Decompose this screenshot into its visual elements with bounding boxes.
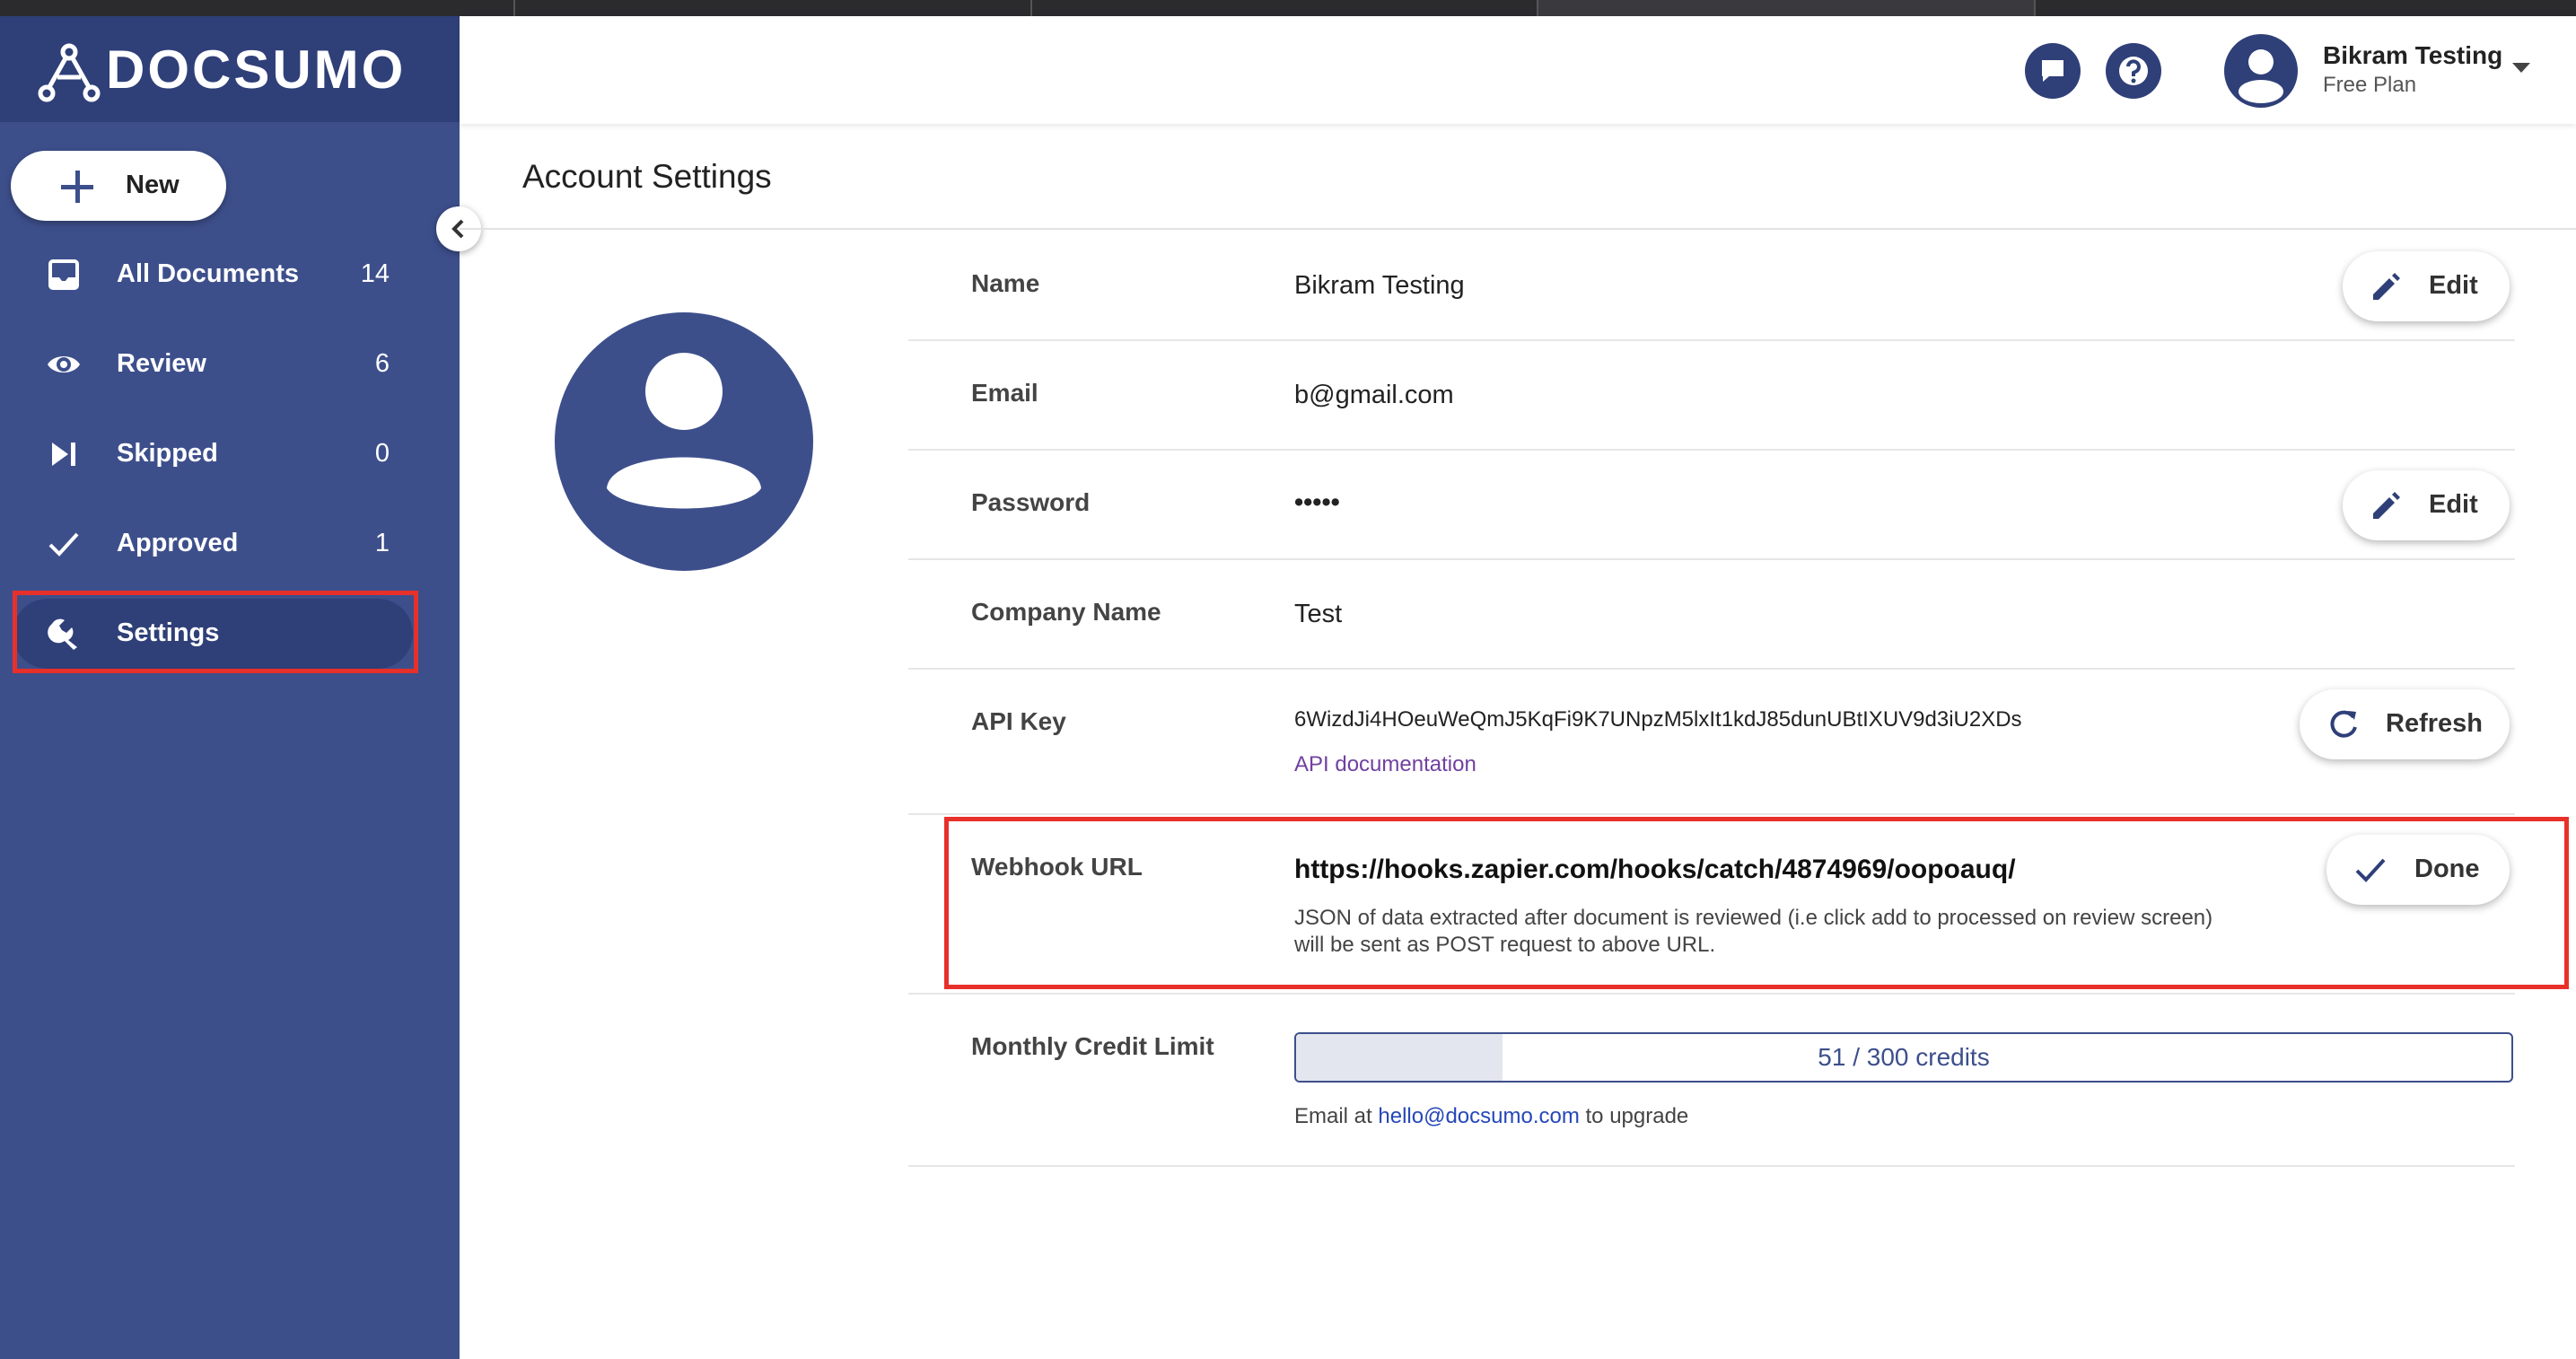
brand-name: DOCSUMO bbox=[106, 39, 407, 100]
monthly-credit-limit-label: Monthly Credit Limit bbox=[971, 1032, 1214, 1060]
api-key-label: API Key bbox=[971, 707, 1066, 735]
sidebar-item-count: 0 bbox=[374, 439, 390, 468]
divider bbox=[908, 993, 2515, 995]
avatar-icon bbox=[607, 353, 761, 509]
webhook-highlight-box bbox=[944, 817, 2569, 989]
name-value: Bikram Testing bbox=[1294, 271, 1465, 300]
credit-progress-text: 51 / 300 credits bbox=[1818, 1043, 1990, 1071]
sidebar-item-count: 1 bbox=[374, 529, 390, 557]
pencil-icon bbox=[2373, 273, 2400, 300]
edit-password-button[interactable]: Edit bbox=[2343, 470, 2510, 540]
top-header: Bikram Testing Free Plan bbox=[460, 16, 2576, 124]
divider bbox=[908, 813, 2515, 815]
inbox-icon bbox=[48, 259, 79, 290]
user-plan: Free Plan bbox=[2323, 73, 2417, 97]
user-avatar[interactable] bbox=[2224, 34, 2298, 108]
sidebar-item-count: 14 bbox=[360, 259, 390, 288]
sidebar-item-review[interactable]: Review 6 bbox=[13, 329, 416, 399]
divider bbox=[908, 339, 2515, 341]
email-value: b@gmail.com bbox=[1294, 381, 1454, 409]
refresh-icon bbox=[2330, 710, 2357, 738]
sidebar-item-approved[interactable]: Approved 1 bbox=[13, 509, 416, 579]
pencil-icon bbox=[2373, 492, 2400, 519]
sidebar-item-skipped[interactable]: Skipped 0 bbox=[13, 419, 416, 489]
refresh-api-key-button[interactable]: Refresh bbox=[2300, 689, 2510, 759]
name-label: Name bbox=[971, 269, 1040, 297]
caret-down-icon[interactable] bbox=[2512, 63, 2530, 73]
sidebar-item-label: All Documents bbox=[117, 259, 300, 288]
api-key-value: 6WizdJi4HOeuWeQmJ5KqFi9K7UNpzM5lxIt1kdJ8… bbox=[1294, 707, 2022, 732]
api-documentation-link[interactable]: API documentation bbox=[1294, 752, 1476, 777]
divider bbox=[908, 1165, 2515, 1167]
edit-button-label: Edit bbox=[2429, 271, 2478, 300]
support-email-link[interactable]: hello@docsumo.com bbox=[1378, 1104, 1579, 1128]
browser-tab[interactable] bbox=[2036, 0, 2576, 16]
edit-name-button[interactable]: Edit bbox=[2343, 251, 2510, 321]
sidebar: DOCSUMO New All Documents 14 Review 6 Sk… bbox=[0, 16, 460, 1359]
plus-icon bbox=[61, 171, 93, 203]
email-label: Email bbox=[971, 379, 1038, 407]
divider bbox=[460, 228, 2576, 230]
upgrade-note-prefix: Email at bbox=[1294, 1104, 1372, 1128]
sidebar-item-count: 6 bbox=[374, 349, 390, 378]
edit-button-label: Edit bbox=[2429, 490, 2478, 519]
browser-tab-active[interactable] bbox=[1538, 0, 2036, 16]
divider bbox=[908, 558, 2515, 560]
eye-icon bbox=[48, 356, 80, 373]
avatar-icon bbox=[2239, 49, 2283, 103]
sidebar-item-label: Review bbox=[117, 349, 206, 378]
help-icon bbox=[2119, 57, 2148, 85]
browser-tab[interactable] bbox=[515, 0, 1032, 16]
company-name-value: Test bbox=[1294, 600, 1343, 628]
password-value: ••••• bbox=[1294, 488, 1340, 517]
password-label: Password bbox=[971, 488, 1091, 516]
company-name-label: Company Name bbox=[971, 598, 1161, 626]
docsumo-logo-icon bbox=[38, 43, 101, 102]
user-name: Bikram Testing bbox=[2323, 41, 2503, 69]
upgrade-note-suffix: to upgrade bbox=[1585, 1104, 1689, 1128]
new-button-label: New bbox=[126, 171, 180, 199]
browser-tab[interactable] bbox=[1032, 0, 1538, 16]
chat-icon bbox=[2042, 60, 2063, 82]
sidebar-item-label: Skipped bbox=[117, 439, 218, 468]
chat-button[interactable] bbox=[2025, 43, 2081, 99]
browser-tab-strip bbox=[0, 0, 2576, 16]
divider bbox=[908, 449, 2515, 451]
profile-avatar bbox=[555, 312, 813, 571]
check-icon bbox=[48, 532, 79, 557]
page-title: Account Settings bbox=[522, 158, 772, 195]
sidebar-item-all-documents[interactable]: All Documents 14 bbox=[13, 240, 416, 310]
divider bbox=[908, 668, 2515, 670]
credit-progress-bar: 51 / 300 credits bbox=[1294, 1032, 2513, 1083]
settings-highlight-box bbox=[13, 591, 418, 673]
new-button[interactable]: New bbox=[11, 151, 226, 221]
help-button[interactable] bbox=[2106, 43, 2161, 99]
skip-icon bbox=[52, 443, 75, 466]
refresh-button-label: Refresh bbox=[2386, 709, 2483, 738]
upgrade-note: Email at hello@docsumo.com to upgrade bbox=[1294, 1104, 1688, 1129]
sidebar-item-label: Approved bbox=[117, 529, 239, 557]
browser-tab[interactable] bbox=[0, 0, 515, 16]
logo-bar: DOCSUMO bbox=[0, 16, 460, 122]
